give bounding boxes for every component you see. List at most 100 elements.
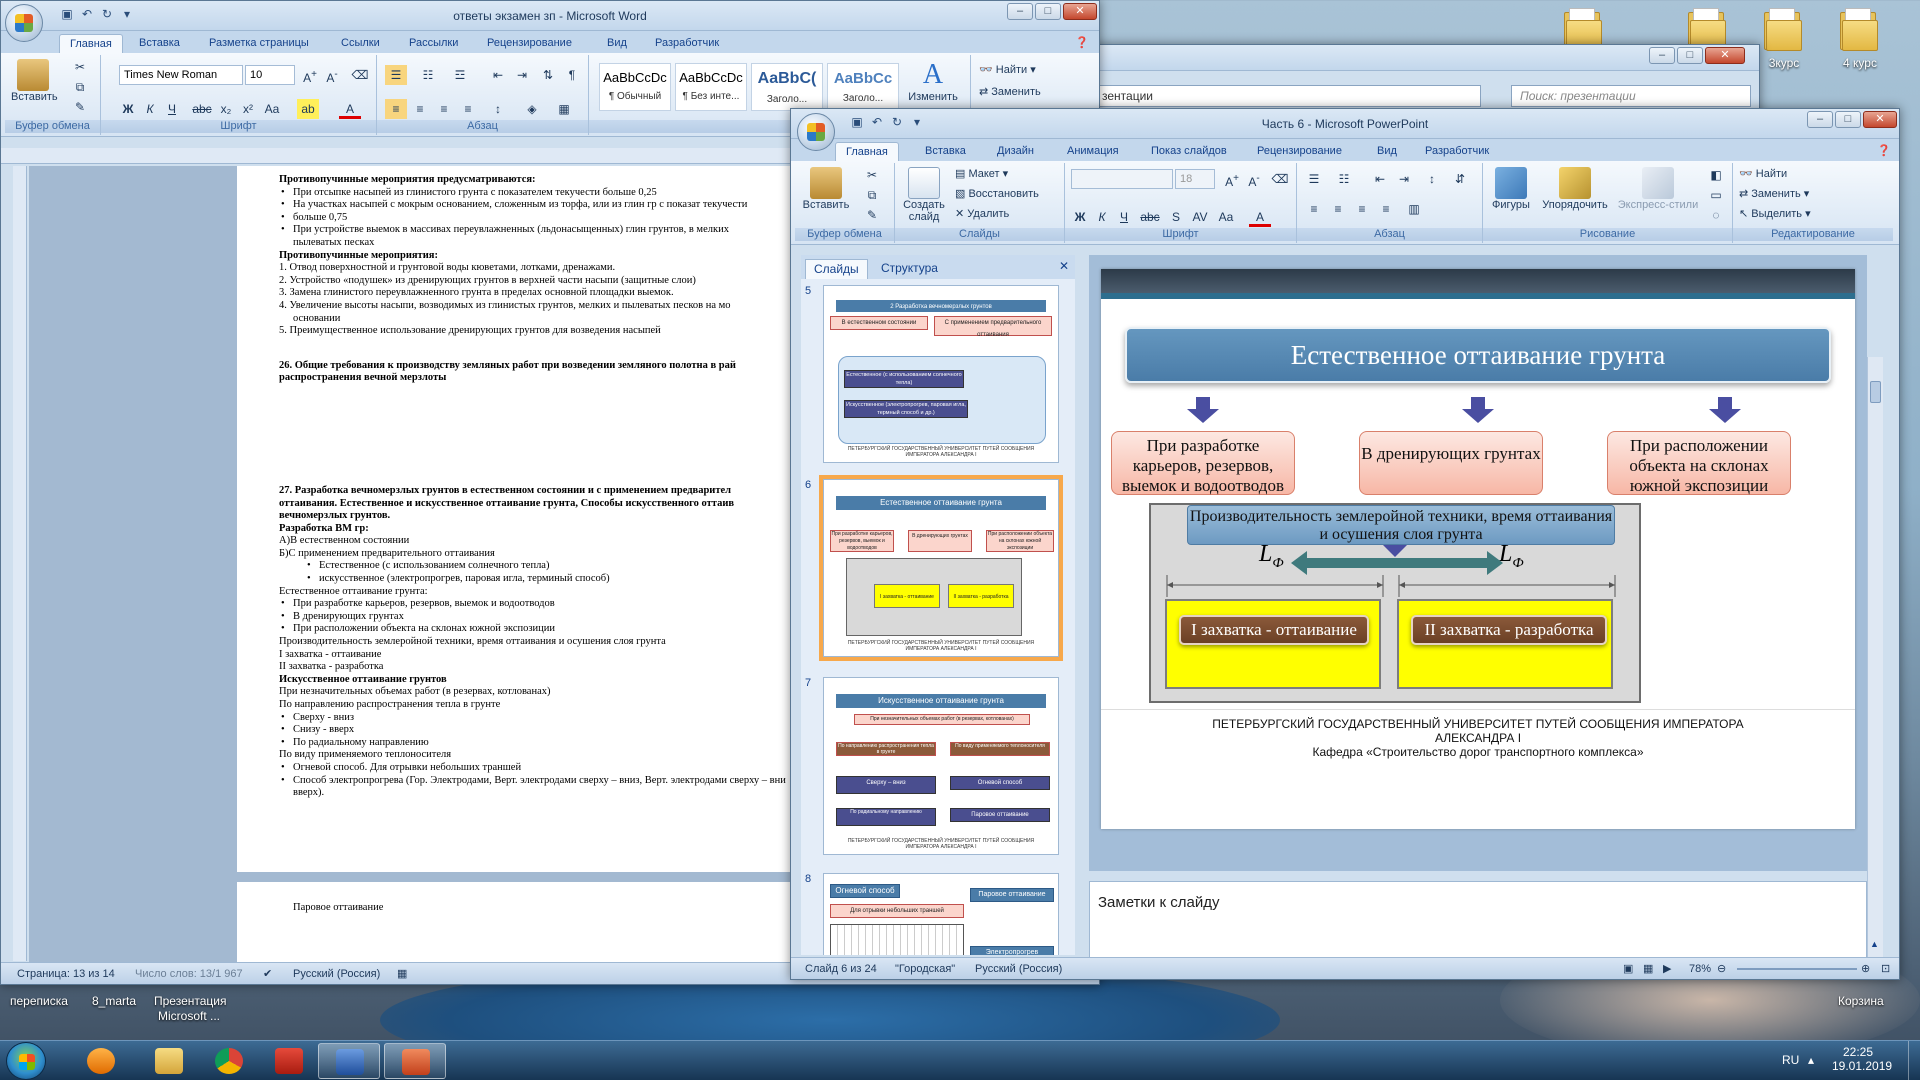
- font-size-select[interactable]: 10: [245, 65, 295, 85]
- shadow-icon[interactable]: S: [1165, 207, 1187, 227]
- line-spacing-icon[interactable]: ↕: [1421, 169, 1443, 189]
- fit-slide-icon[interactable]: ⊡: [1881, 958, 1890, 979]
- align-right-icon[interactable]: ≡: [1351, 199, 1373, 219]
- slideshow-view-icon[interactable]: ▶: [1663, 958, 1671, 979]
- columns-icon[interactable]: ▥: [1403, 199, 1425, 219]
- replace-button[interactable]: ⇄ Заменить ▾: [1739, 187, 1809, 200]
- tab-page-layout[interactable]: Разметка страницы: [209, 34, 309, 53]
- superscript-icon[interactable]: x²: [237, 99, 259, 119]
- help-icon[interactable]: ❓: [1075, 34, 1089, 53]
- slide-box-drainage[interactable]: В дренирующих грунтах: [1359, 431, 1543, 495]
- language-indicator[interactable]: RU: [1782, 1053, 1799, 1067]
- subscript-icon[interactable]: x₂: [215, 99, 237, 119]
- change-styles-button[interactable]: A Изменить: [907, 59, 959, 103]
- slide-stage1-label[interactable]: I захватка - оттаивание: [1179, 615, 1369, 645]
- delete-slide-button[interactable]: ✕ Удалить: [955, 207, 1009, 220]
- show-marks-icon[interactable]: ¶: [561, 65, 583, 85]
- copy-icon[interactable]: ⧉: [69, 77, 91, 97]
- style-no-spacing[interactable]: AaBbCcDc ¶ Без инте...: [675, 63, 747, 111]
- prev-slide-icon[interactable]: ▲: [1870, 939, 1879, 949]
- tab-references[interactable]: Ссылки: [341, 34, 380, 53]
- notes-pane[interactable]: Заметки к слайду: [1089, 881, 1867, 969]
- slide-thumbnail-8[interactable]: Огневой способ Паровое оттаивание Для от…: [823, 873, 1059, 955]
- find-button[interactable]: 👓 Найти ▾: [979, 63, 1036, 76]
- desktop-folder-4kurs[interactable]: 4 курс: [1822, 8, 1898, 70]
- italic-icon[interactable]: К: [1091, 207, 1113, 227]
- align-left-icon[interactable]: ≡: [385, 99, 407, 119]
- new-slide-button[interactable]: Создать слайд: [899, 167, 949, 223]
- slide-thumbnails[interactable]: 5 2 Разработка вечномерзлых грунтов В ес…: [801, 279, 1075, 955]
- text-direction-icon[interactable]: ⇵: [1449, 169, 1471, 189]
- taskbar-powerpoint[interactable]: [384, 1043, 446, 1079]
- minimize-button[interactable]: –: [1649, 47, 1675, 64]
- maximize-button[interactable]: □: [1835, 111, 1861, 128]
- arrange-button[interactable]: Упорядочить: [1539, 167, 1611, 211]
- slide-box-south-slopes[interactable]: При расположении объекта на склонах южно…: [1607, 431, 1791, 495]
- select-button[interactable]: ↖ Выделить ▾: [1739, 207, 1811, 220]
- sorter-view-icon[interactable]: ▦: [1643, 958, 1653, 979]
- tab-animation[interactable]: Анимация: [1067, 142, 1119, 161]
- normal-view-icon[interactable]: ▣: [1623, 958, 1633, 979]
- style-heading1[interactable]: AaBbC(Заголо...: [751, 63, 823, 111]
- zoom-in-icon[interactable]: ⊕: [1861, 958, 1870, 979]
- tab-developer[interactable]: Разработчик: [655, 34, 719, 53]
- style-heading2[interactable]: AaBbCc Заголо...: [827, 63, 899, 111]
- align-center-icon[interactable]: ≡: [1327, 199, 1349, 219]
- tab-review[interactable]: Рецензирование: [1257, 142, 1342, 161]
- font-name-select[interactable]: Times New Roman: [119, 65, 243, 85]
- quick-styles-button[interactable]: Экспресс-стили: [1613, 167, 1703, 211]
- bullets-icon[interactable]: ☰: [385, 65, 407, 85]
- bold-icon[interactable]: Ж: [1069, 207, 1091, 227]
- tab-insert[interactable]: Вставка: [925, 142, 966, 161]
- desktop-label-perepiska[interactable]: переписка: [10, 994, 68, 1008]
- office-button[interactable]: [5, 4, 43, 42]
- slide-counter[interactable]: Слайд 6 из 24: [805, 958, 877, 979]
- justify-icon[interactable]: ≡: [457, 99, 479, 119]
- align-right-icon[interactable]: ≡: [433, 99, 455, 119]
- close-button[interactable]: ✕: [1705, 47, 1745, 64]
- zoom-slider[interactable]: [1737, 968, 1857, 970]
- shapes-button[interactable]: Фигуры: [1487, 167, 1535, 211]
- tab-outline[interactable]: Структура: [873, 259, 946, 279]
- clear-format-icon[interactable]: ⌫: [349, 65, 371, 85]
- slide-thumbnail-6[interactable]: Естественное оттаивание грунта При разра…: [819, 475, 1063, 661]
- grow-font-icon[interactable]: A+: [1221, 169, 1243, 189]
- shape-effects-icon[interactable]: ◌: [1705, 205, 1727, 225]
- show-desktop-button[interactable]: [1908, 1041, 1920, 1080]
- macro-icon[interactable]: ▦: [397, 963, 407, 984]
- slide-canvas[interactable]: Естественное оттаивание грунта При разра…: [1101, 269, 1855, 829]
- strike-icon[interactable]: abc: [1139, 207, 1161, 227]
- format-painter-icon[interactable]: ✎: [861, 205, 883, 225]
- word-count[interactable]: Число слов: 13/1 967: [135, 963, 243, 984]
- tab-home[interactable]: Главная: [835, 142, 899, 161]
- shrink-font-icon[interactable]: A-: [1243, 169, 1265, 189]
- desktop-label-presentation[interactable]: Презентация: [154, 994, 227, 1008]
- find-button[interactable]: 👓 Найти: [1739, 167, 1787, 180]
- zoom-out-icon[interactable]: ⊖: [1717, 958, 1726, 979]
- office-button[interactable]: [797, 113, 835, 151]
- taskbar-explorer[interactable]: [138, 1043, 200, 1079]
- replace-button[interactable]: ⇄ Заменить: [979, 85, 1041, 98]
- change-case-icon[interactable]: Aa: [1215, 207, 1237, 227]
- bullets-icon[interactable]: ☰: [1303, 169, 1325, 189]
- slide-box-quarries[interactable]: При разработке карьеров, резервов, выемо…: [1111, 431, 1295, 495]
- copy-icon[interactable]: ⧉: [861, 185, 883, 205]
- slide-productivity-bar[interactable]: Производительность землеройной техники, …: [1187, 505, 1615, 545]
- tab-home[interactable]: Главная: [59, 34, 123, 53]
- tab-view[interactable]: Вид: [1377, 142, 1397, 161]
- increase-indent-icon[interactable]: ⇥: [1393, 169, 1415, 189]
- highlight-icon[interactable]: ab: [297, 99, 319, 119]
- slide-thumbnail-5[interactable]: 2 Разработка вечномерзлых грунтов В есте…: [823, 285, 1059, 463]
- decrease-indent-icon[interactable]: ⇤: [1369, 169, 1391, 189]
- page-count[interactable]: Страница: 13 из 14: [17, 963, 115, 984]
- close-button[interactable]: ✕: [1863, 111, 1897, 128]
- layout-button[interactable]: ▤ Макет ▾: [955, 167, 1008, 180]
- zoom-level[interactable]: 78%: [1689, 958, 1711, 979]
- shape-fill-icon[interactable]: ◧: [1705, 165, 1727, 185]
- clock[interactable]: 22:25 19.01.2019: [1832, 1045, 1892, 1073]
- font-color-icon[interactable]: A: [1249, 207, 1271, 227]
- tab-insert[interactable]: Вставка: [139, 34, 180, 53]
- tab-review[interactable]: Рецензирование: [487, 34, 572, 53]
- minimize-button[interactable]: –: [1807, 111, 1833, 128]
- close-pane-icon[interactable]: ✕: [1059, 259, 1069, 273]
